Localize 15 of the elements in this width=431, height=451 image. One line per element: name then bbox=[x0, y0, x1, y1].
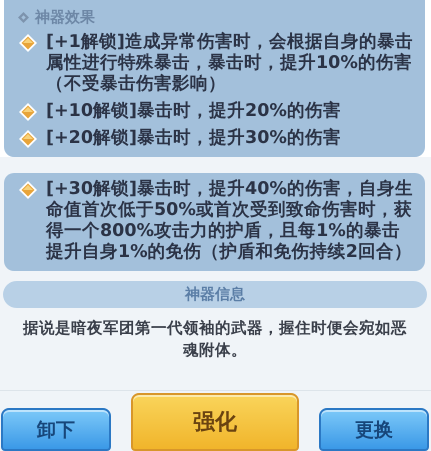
diamond-icon bbox=[18, 102, 38, 122]
effect-text: [+1解锁]造成异常伤害时，会根据自身的暴击属性进行特殊暴击，暴击时，提升10%的伤害（不受暴击伤害影响） bbox=[46, 32, 414, 95]
diamond-icon bbox=[18, 12, 29, 22]
effect-text: [+10解锁]暴击时，提升20%的伤害 bbox=[46, 101, 341, 122]
section-title: 神器信息 bbox=[3, 281, 427, 308]
action-button[interactable]: 更换 bbox=[319, 408, 429, 451]
action-button[interactable]: 强化 bbox=[131, 393, 299, 451]
section-title: 神器效果 bbox=[35, 8, 95, 26]
diamond-icon bbox=[18, 33, 38, 53]
diamond-icon bbox=[18, 180, 38, 200]
effect-text: [+20解锁]暴击时，提升30%的伤害 bbox=[46, 128, 341, 149]
diamond-icon bbox=[18, 129, 38, 149]
description-text: 据说是暗夜军团第一代领袖的武器，握住时便会宛如恶魂附体。 bbox=[22, 318, 408, 361]
action-button[interactable]: 卸下 bbox=[1, 408, 111, 451]
effect-text: [+30解锁]暴击时，提升40%的伤害，自身生命值首次低于50%或首次受到致命伤害时，获得一个800%攻击力的护盾，且每1%的暴击提升自身1%的免伤（护盾和免伤持续2回合） bbox=[46, 179, 414, 263]
